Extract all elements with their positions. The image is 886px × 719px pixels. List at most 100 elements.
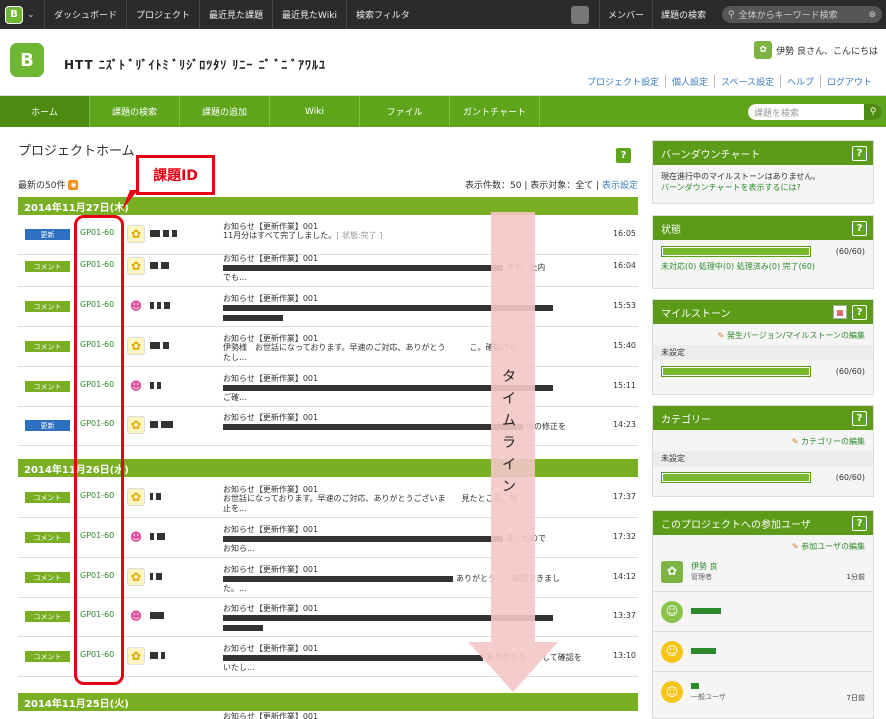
tab-wiki[interactable]: Wiki (270, 96, 360, 127)
top-nav-recent-wiki[interactable]: 最近見たWiki (272, 0, 346, 29)
help-icon[interactable]: ? (852, 221, 867, 236)
display-options: 表示件数：50 | 表示対象：全て | 表示設定 (465, 178, 638, 191)
clear-icon[interactable]: ⊗ (868, 10, 876, 20)
activity-title[interactable]: お知らせ【更新作業】001 (223, 711, 318, 719)
member-item[interactable]: ☺ (653, 632, 873, 672)
search-icon: ⚲ (728, 9, 735, 20)
activity-time: 13:10 (612, 651, 636, 660)
link-personal-settings[interactable]: 個人設定 (665, 75, 714, 88)
top-nav-members[interactable]: メンバー (598, 0, 652, 29)
member-item[interactable]: ☺ (653, 592, 873, 632)
activity-more: ご確… (223, 393, 247, 402)
tab-issue-search[interactable]: 課題の検索 (90, 96, 180, 127)
tab-gantt[interactable]: ガントチャート (450, 96, 540, 127)
user-avatar-icon[interactable] (570, 5, 589, 24)
activity-row[interactable]: お知らせ【更新作業】001 (18, 711, 638, 719)
issue-search-input[interactable]: 課題を検索 ⚲ (748, 104, 882, 120)
user-name[interactable] (150, 572, 210, 580)
user-greeting: ✿ 伊勢 良さん、こんにちは (754, 41, 878, 59)
status-legend[interactable]: 未対応(0) 処理中(0) 処理済み(0) 完了(60) (661, 261, 865, 272)
cactus-avatar-icon: ✿ (661, 560, 683, 583)
calendar-icon[interactable]: ▦ (833, 305, 847, 319)
activity-time: 14:12 (612, 572, 636, 581)
user-name[interactable] (150, 341, 210, 349)
comment-badge: コメント (25, 572, 70, 583)
user-name[interactable] (150, 420, 210, 428)
user-name[interactable] (150, 261, 210, 269)
members-edit-link[interactable]: ✎ 参加ユーザの編集 (661, 541, 865, 552)
issue-id-highlight (74, 215, 124, 685)
burndown-title: バーンダウンチャート (661, 149, 761, 161)
smiley-avatar-icon: ☺ (661, 640, 683, 663)
progress-fill (663, 474, 809, 481)
help-icon[interactable]: ? (852, 411, 867, 426)
user-name[interactable] (150, 381, 210, 389)
milestone-edit-text: 発生バージョン/マイルストーンの編集 (726, 331, 865, 340)
person-avatar-icon: ☻ (129, 379, 143, 393)
search-icon[interactable]: ⚲ (864, 104, 882, 120)
timeline-char: イ (502, 457, 516, 473)
category-header: カテゴリー ? (653, 406, 873, 430)
member-item[interactable]: ☺ 一般ユーザ 7日前 (653, 672, 873, 712)
project-nav: ホーム 課題の検索 課題の追加 Wiki ファイル ガントチャート 課題を検索 … (0, 96, 886, 127)
top-nav-recent-issues[interactable]: 最近見た課題 (199, 0, 272, 29)
top-nav-search-filter[interactable]: 検索フィルタ (345, 0, 419, 29)
brand-menu[interactable]: B ⌄ (0, 0, 44, 29)
timeline-char: タ (502, 369, 516, 385)
comment-badge: コメント (25, 301, 70, 312)
timeline-char: ン (502, 479, 516, 495)
help-icon[interactable]: ? (852, 305, 867, 320)
link-logout[interactable]: ログアウト (819, 75, 878, 88)
link-space-settings[interactable]: スペース設定 (714, 75, 780, 88)
user-name[interactable] (150, 532, 210, 540)
display-setting-link[interactable]: 表示設定 (602, 181, 638, 191)
top-nav-dashboard[interactable]: ダッシュボード (44, 0, 126, 29)
project-header: B HTT ﾆｽﾞﾄ ﾞﾘﾞｲﾄﾐ ﾞﾘｼﾞﾛﾂﾀｿ ﾘﾆｰ ﾆﾞ ﾞﾆ ﾞｱﾜ… (0, 29, 886, 96)
activity-status: [ 状態:完了 ] (336, 231, 383, 240)
timeline-char: ラ (502, 435, 516, 451)
brand-logo[interactable]: B (5, 5, 23, 24)
milestone-edit-link[interactable]: ✎ 発生バージョン/マイルストーンの編集 (661, 330, 865, 341)
top-nav-project[interactable]: プロジェクト (126, 0, 199, 29)
help-icon[interactable]: ? (616, 148, 631, 163)
user-name[interactable] (150, 492, 210, 500)
tab-add-issue[interactable]: 課題の追加 (180, 96, 270, 127)
smiley-avatar-icon: ☺ (661, 600, 683, 623)
link-project-settings[interactable]: プロジェクト設定 (581, 75, 665, 88)
milestone-title: マイルストーン (661, 308, 731, 320)
issue-search-placeholder: 課題を検索 (754, 108, 800, 119)
members-header: このプロジェクトへの参加ユーザ ? (653, 511, 873, 535)
status-progress-bar (661, 246, 811, 257)
project-title[interactable]: HTT ﾆｽﾞﾄ ﾞﾘﾞｲﾄﾐ ﾞﾘｼﾞﾛﾂﾀｿ ﾘﾆｰ ﾆﾞ ﾞﾆ ﾞｱﾜﾙﾕ (64, 56, 326, 73)
update-badge: 更新 (25, 229, 70, 240)
help-icon[interactable]: ? (852, 146, 867, 161)
member-item[interactable]: ✿ 伊勢 良 管理者 1分前 (653, 552, 873, 592)
burndown-panel: バーンダウンチャート ? 現在進行中のマイルストーンはありません。 バーンダウン… (652, 140, 874, 204)
activity-time: 16:05 (612, 229, 636, 238)
help-icon[interactable]: ? (852, 516, 867, 531)
project-logo[interactable]: B (10, 43, 44, 77)
milestone-panel: マイルストーン ▦ ? ✎ 発生バージョン/マイルストーンの編集 未設定 (60… (652, 299, 874, 395)
smiley-avatar-icon: ☺ (661, 681, 683, 703)
category-edit-link[interactable]: ✎ カテゴリーの編集 (661, 436, 865, 447)
burndown-link[interactable]: バーンダウンチャートを表示するには? (661, 182, 865, 193)
global-search-input[interactable]: ⚲ 全体からキーワード検索 ⊗ (722, 6, 882, 23)
member-name[interactable]: 伊勢 良 (691, 561, 718, 572)
top-nav-issue-search[interactable]: 課題の検索 (651, 0, 714, 29)
category-progress-bar (661, 472, 811, 483)
activity-time: 13:37 (612, 611, 636, 620)
tab-home[interactable]: ホーム (0, 96, 90, 127)
timeline-char: イ (502, 391, 516, 407)
member-role: 一般ユーザ (691, 693, 726, 701)
members-edit-text: 参加ユーザの編集 (801, 542, 865, 551)
link-help[interactable]: ヘルプ (779, 75, 820, 88)
chevron-down-icon[interactable]: ⌄ (27, 10, 35, 20)
person-avatar-icon: ☻ (129, 299, 143, 313)
tab-files[interactable]: ファイル (360, 96, 450, 127)
rss-icon[interactable]: ◉ (68, 179, 79, 190)
user-name[interactable] (150, 651, 210, 659)
user-name[interactable] (150, 611, 210, 619)
user-name[interactable] (150, 301, 210, 309)
user-name[interactable] (150, 229, 210, 237)
display-count: 表示件数：50 | 表示対象：全て | (465, 181, 602, 191)
